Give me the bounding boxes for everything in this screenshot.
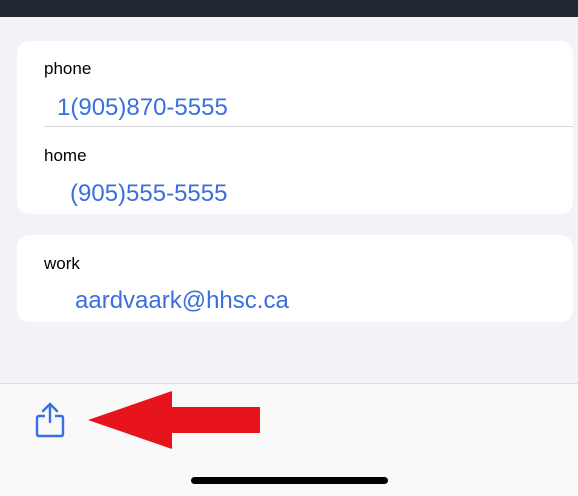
email-link[interactable]: aardvaark@hhsc.ca <box>75 287 289 315</box>
red-arrow-annotation <box>88 391 260 449</box>
phone-numbers-card: phone 1(905)870-5555 home (905)555-5555 <box>17 41 573 214</box>
top-navigation-bar <box>0 0 578 17</box>
home-indicator <box>191 477 388 484</box>
home-label: home <box>44 146 87 165</box>
share-icon[interactable] <box>35 401 65 439</box>
phone-number-link[interactable]: 1(905)870-5555 <box>57 94 228 122</box>
phone-label: phone <box>44 59 92 78</box>
email-card: work aardvaark@hhsc.ca <box>17 235 573 322</box>
work-label: work <box>44 254 80 273</box>
home-number-link[interactable]: (905)555-5555 <box>70 180 227 208</box>
field-divider <box>44 126 573 127</box>
